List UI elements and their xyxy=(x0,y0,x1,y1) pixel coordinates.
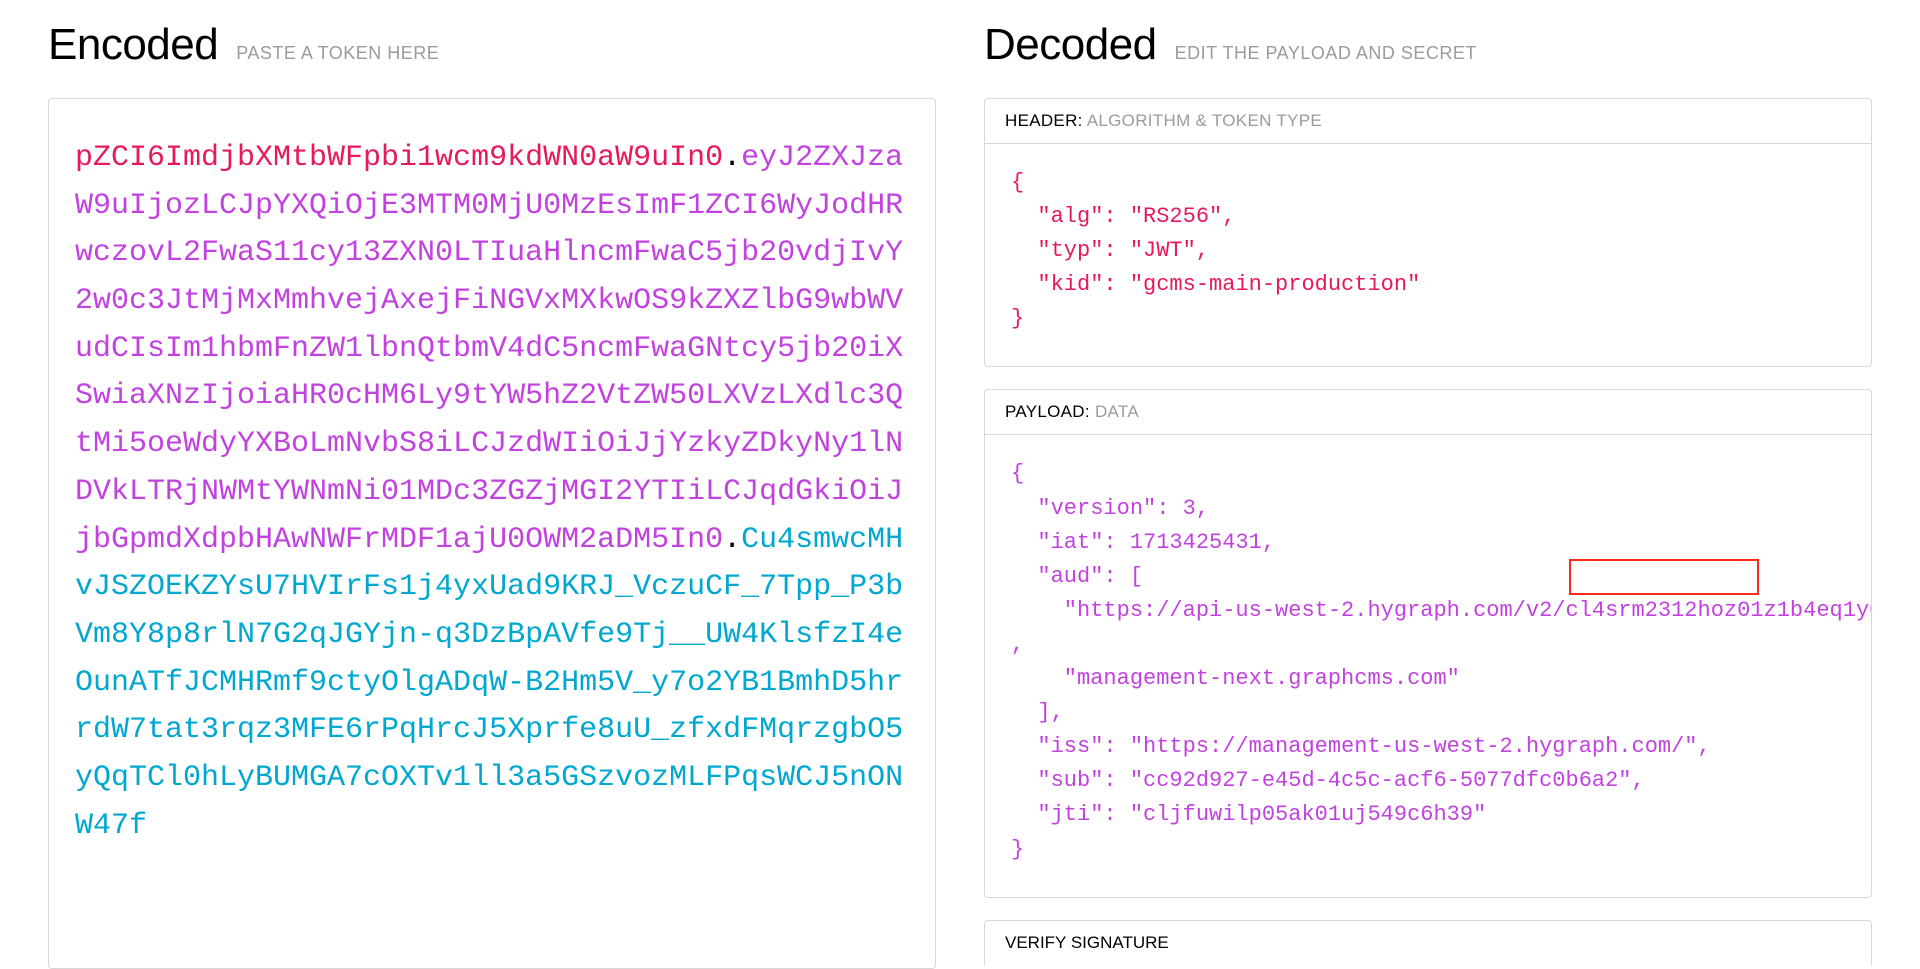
token-header-segment: pZCI6ImdjbXMtbWFpbi1wcm9kdWN0aW9uIn0 xyxy=(75,141,723,175)
decoded-header-panel: HEADER: ALGORITHM & TOKEN TYPE { "alg": … xyxy=(984,98,1872,367)
encoded-subtitle: PASTE A TOKEN HERE xyxy=(236,43,439,64)
payload-sublabel: DATA xyxy=(1095,402,1139,421)
decoded-header-json[interactable]: { "alg": "RS256", "typ": "JWT", "kid": "… xyxy=(985,144,1871,366)
decoded-verify-label-row: VERIFY SIGNATURE xyxy=(984,920,1872,965)
token-payload-segment: eyJ2ZXJzaW9uIjozLCJpYXQiOjE3MTM0MjU0MzEs… xyxy=(75,141,903,557)
decoded-header-label-row: HEADER: ALGORITHM & TOKEN TYPE xyxy=(985,99,1871,144)
decoded-payload-json[interactable]: { "version": 3, "iat": 1713425431, "aud"… xyxy=(985,435,1871,896)
payload-label: PAYLOAD: xyxy=(1005,402,1090,421)
encoded-token-panel[interactable]: pZCI6ImdjbXMtbWFpbi1wcm9kdWN0aW9uIn0.eyJ… xyxy=(48,98,936,969)
decoded-heading: Decoded EDIT THE PAYLOAD AND SECRET xyxy=(984,20,1872,70)
token-dot: . xyxy=(723,523,741,557)
decoded-column: Decoded EDIT THE PAYLOAD AND SECRET HEAD… xyxy=(984,20,1872,969)
token-signature-segment: Cu4smwcMHvJSZOEKZYsU7HVIrFs1j4yxUad9KRJ_… xyxy=(75,523,903,843)
decoded-payload-label-row: PAYLOAD: DATA xyxy=(985,390,1871,435)
encoded-heading: Encoded PASTE A TOKEN HERE xyxy=(48,20,936,70)
encoded-column: Encoded PASTE A TOKEN HERE pZCI6ImdjbXMt… xyxy=(48,20,936,969)
encoded-title: Encoded xyxy=(48,20,218,70)
verify-label: VERIFY SIGNATURE xyxy=(1005,933,1169,952)
header-label: HEADER: xyxy=(1005,111,1083,130)
encoded-token-text[interactable]: pZCI6ImdjbXMtbWFpbi1wcm9kdWN0aW9uIn0.eyJ… xyxy=(75,135,909,850)
decoded-title: Decoded xyxy=(984,20,1157,70)
decoded-payload-panel: PAYLOAD: DATA { "version": 3, "iat": 171… xyxy=(984,389,1872,897)
decoded-subtitle: EDIT THE PAYLOAD AND SECRET xyxy=(1175,43,1477,64)
token-dot: . xyxy=(723,141,741,175)
header-sublabel: ALGORITHM & TOKEN TYPE xyxy=(1087,111,1322,130)
